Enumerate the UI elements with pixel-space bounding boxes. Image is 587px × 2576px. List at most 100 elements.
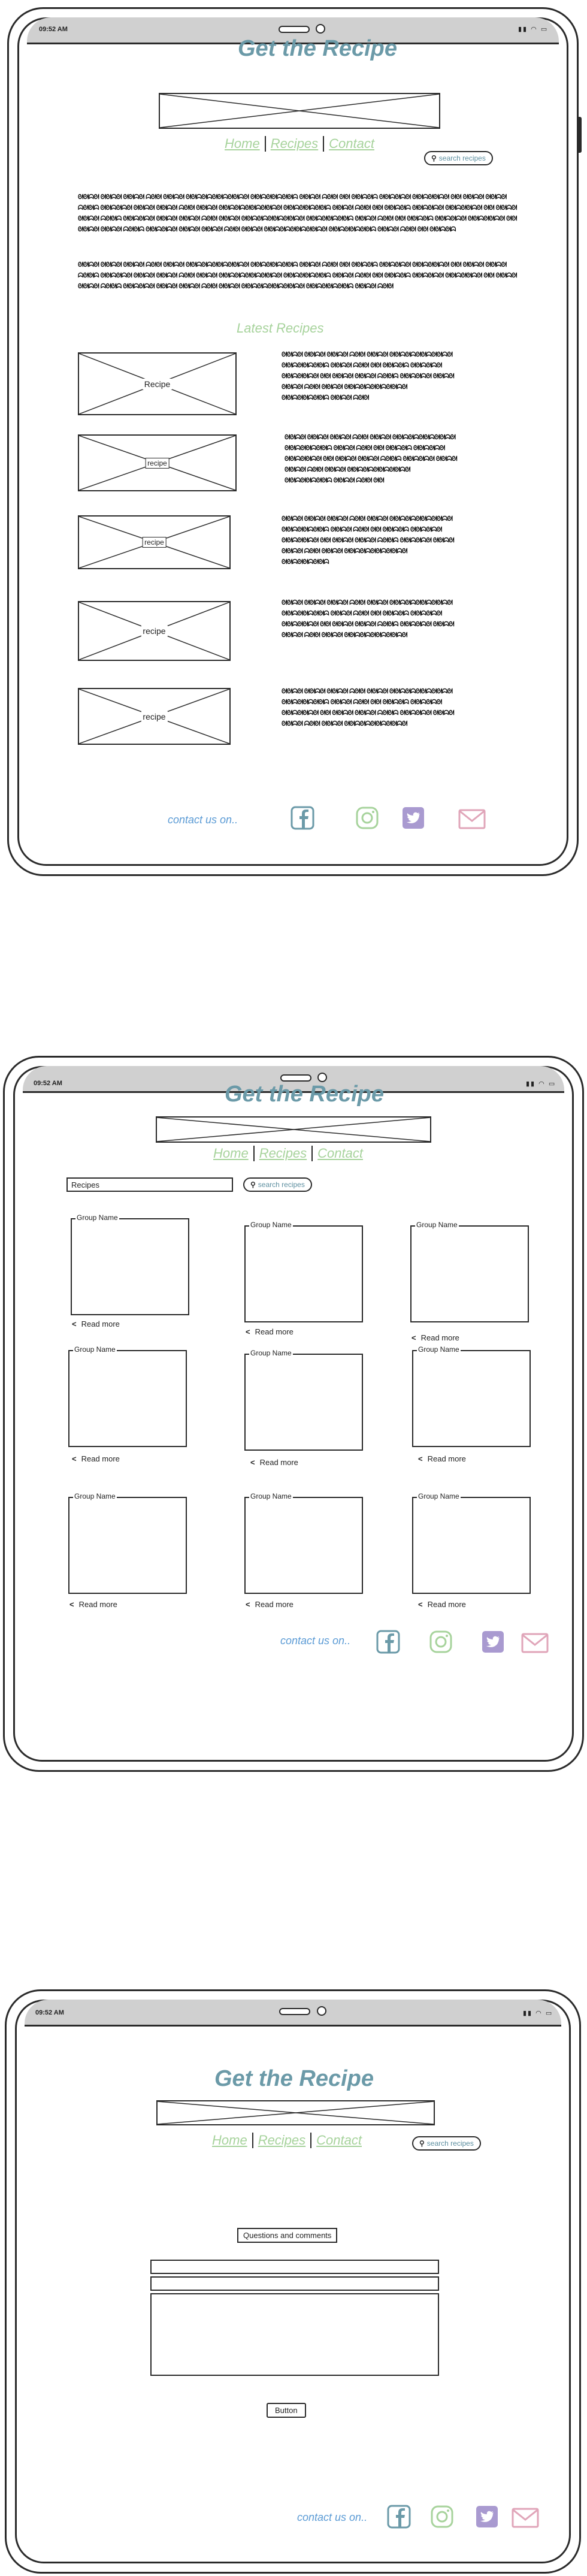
- hero-image: [156, 1116, 431, 1143]
- speaker: [279, 26, 310, 33]
- speaker: [279, 2008, 310, 2015]
- read-more-link[interactable]: < Read more: [418, 1600, 466, 1609]
- app-title: Get the Recipe: [237, 36, 398, 61]
- group-name: Group Name: [249, 1492, 293, 1500]
- camera: [317, 2006, 326, 2016]
- read-more-label: Read more: [81, 1454, 120, 1463]
- twitter-icon[interactable]: [401, 806, 425, 830]
- status-icons: ▮▮ ◠ ▭: [523, 2010, 553, 2017]
- nav-home[interactable]: Home: [207, 2133, 252, 2148]
- mail-icon[interactable]: [512, 2506, 539, 2530]
- chevron-left-icon: <: [418, 1454, 423, 1463]
- contact-us-text: contact us on..: [168, 814, 238, 826]
- mail-icon[interactable]: [521, 1631, 549, 1655]
- read-more-link[interactable]: < Read more: [246, 1600, 294, 1609]
- read-more-link[interactable]: < Read more: [72, 1319, 120, 1328]
- search-icon: ⚲: [419, 2139, 425, 2148]
- read-more-link[interactable]: < Read more: [418, 1454, 466, 1463]
- group-name: Group Name: [73, 1345, 117, 1354]
- read-more-link[interactable]: < Read more: [72, 1454, 120, 1463]
- group-name: Group Name: [417, 1345, 461, 1354]
- read-more-label: Read more: [427, 1600, 466, 1609]
- group-name: Group Name: [73, 1492, 117, 1500]
- recipe-group[interactable]: Group Name: [244, 1349, 363, 1451]
- main-nav: Home Recipes Contact: [207, 2133, 367, 2148]
- group-name: Group Name: [415, 1221, 459, 1229]
- recipe-group[interactable]: Group Name: [412, 1345, 531, 1447]
- recipe-image[interactable]: recipe: [78, 515, 231, 569]
- comments-textarea[interactable]: [150, 2293, 439, 2376]
- recipe-group[interactable]: Group Name: [412, 1492, 531, 1594]
- recipe-search-input[interactable]: Recipes: [66, 1177, 233, 1192]
- instagram-icon[interactable]: [429, 1630, 453, 1654]
- recipe-group[interactable]: Group Name: [71, 1213, 189, 1315]
- chevron-left-icon: <: [72, 1454, 77, 1463]
- search-icon: ⚲: [431, 154, 437, 162]
- recipe-image[interactable]: recipe: [78, 601, 231, 661]
- read-more-link[interactable]: < Read more: [246, 1327, 294, 1336]
- search-button[interactable]: ⚲ search recipes: [412, 2136, 481, 2151]
- read-more-link[interactable]: < Read more: [250, 1458, 298, 1467]
- facebook-icon[interactable]: [291, 806, 314, 830]
- main-nav: Home Recipes Contact: [208, 1146, 368, 1161]
- read-more-link[interactable]: < Read more: [411, 1333, 459, 1342]
- hero-image: [159, 93, 440, 129]
- tablet-recipes: 09:52 AM ▮▮ ◠ ▭ Get the Recipe Home Reci…: [3, 1056, 584, 1772]
- nav-home[interactable]: Home: [220, 136, 265, 152]
- nav-contact[interactable]: Contact: [311, 2133, 367, 2148]
- recipe-image[interactable]: Recipe: [78, 352, 237, 415]
- recipe-group[interactable]: Group Name: [410, 1221, 529, 1322]
- instagram-icon[interactable]: [355, 806, 379, 830]
- hero-image: [156, 2100, 435, 2125]
- search-button[interactable]: ⚲ search recipes: [424, 151, 493, 165]
- recipe-description: ᘛᘛᗣᘛ ᘛᘛᗣᘛ ᘛᘛᗣᘛ ᗣᘛᘛ ᘛᘛᗣᘛ ᘛᘛᗣᘛᗣᘛᘛᗣᘛᘛᗣᘛ ᘛᘛᗣ…: [282, 515, 454, 566]
- search-icon: ⚲: [250, 1180, 256, 1189]
- facebook-icon[interactable]: [387, 2505, 411, 2529]
- app-title: Get the Recipe: [224, 1082, 385, 1107]
- status-icons: ▮▮ ◠ ▭: [518, 26, 549, 33]
- recipe-group[interactable]: Group Name: [244, 1221, 363, 1322]
- recipe-image[interactable]: recipe: [78, 434, 237, 491]
- read-more-label: Read more: [420, 1333, 459, 1342]
- chevron-left-icon: <: [418, 1600, 423, 1609]
- read-more-label: Read more: [427, 1454, 466, 1463]
- chevron-left-icon: <: [411, 1333, 416, 1342]
- email-field[interactable]: [150, 2276, 439, 2291]
- form-title: Questions and comments: [237, 2228, 338, 2243]
- nav-recipes[interactable]: Recipes: [266, 136, 323, 152]
- twitter-icon[interactable]: [475, 2505, 499, 2529]
- status-time: 09:52 AM: [34, 1080, 62, 1087]
- submit-button[interactable]: Button: [267, 2403, 306, 2418]
- name-field[interactable]: [150, 2260, 439, 2274]
- status-time: 09:52 AM: [35, 2009, 64, 2016]
- search-button[interactable]: ⚲ search recipes: [243, 1177, 312, 1192]
- nav-recipes[interactable]: Recipes: [253, 2133, 310, 2148]
- search-label: search recipes: [258, 1180, 305, 1189]
- nav-recipes[interactable]: Recipes: [255, 1146, 311, 1161]
- recipe-description: ᘛᘛᗣᘛ ᘛᘛᗣᘛ ᘛᘛᗣᘛ ᗣᘛᘛ ᘛᘛᗣᘛ ᘛᘛᗣᘛᗣᘛᘛᗣᘛᘛᗣᘛ ᘛᘛᗣ…: [282, 351, 454, 401]
- nav-contact[interactable]: Contact: [313, 1146, 368, 1161]
- facebook-icon[interactable]: [376, 1630, 400, 1654]
- status-time: 09:52 AM: [39, 26, 68, 33]
- instagram-icon[interactable]: [430, 2505, 454, 2529]
- read-more-label: Read more: [78, 1600, 117, 1609]
- recipe-description: ᘛᘛᗣᘛ ᘛᘛᗣᘛ ᘛᘛᗣᘛ ᗣᘛᘛ ᘛᘛᗣᘛ ᘛᘛᗣᘛᗣᘛᘛᗣᘛᘛᗣᘛ ᘛᘛᗣ…: [282, 599, 454, 639]
- nav-home[interactable]: Home: [208, 1146, 253, 1161]
- read-more-label: Read more: [255, 1600, 294, 1609]
- recipe-group[interactable]: Group Name: [68, 1345, 187, 1447]
- app-title: Get the Recipe: [214, 2066, 374, 2091]
- camera: [316, 24, 325, 34]
- group-name: Group Name: [417, 1492, 461, 1500]
- mail-icon[interactable]: [458, 807, 486, 831]
- twitter-icon[interactable]: [481, 1630, 505, 1654]
- nav-contact[interactable]: Contact: [324, 136, 379, 152]
- recipe-label: Recipe: [142, 378, 173, 389]
- recipe-group[interactable]: Group Name: [68, 1492, 187, 1594]
- read-more-link[interactable]: < Read more: [69, 1600, 117, 1609]
- recipe-image[interactable]: recipe: [78, 688, 231, 745]
- recipe-label: recipe: [141, 626, 168, 636]
- recipe-group[interactable]: Group Name: [244, 1492, 363, 1594]
- status-icons: ▮▮ ◠ ▭: [526, 1080, 556, 1088]
- intro-paragraph: ᘛᘛᗣᘛ ᘛᘛᗣᘛ ᘛᘛᗣᘛ ᗣᘛᘛ ᘛᘛᗣᘛ ᘛᘛᗣᘛᗣᘛᘛᗣᘛᘛᗣᘛ ᘛᘛᗣ…: [78, 194, 517, 233]
- camera: [317, 1073, 327, 1082]
